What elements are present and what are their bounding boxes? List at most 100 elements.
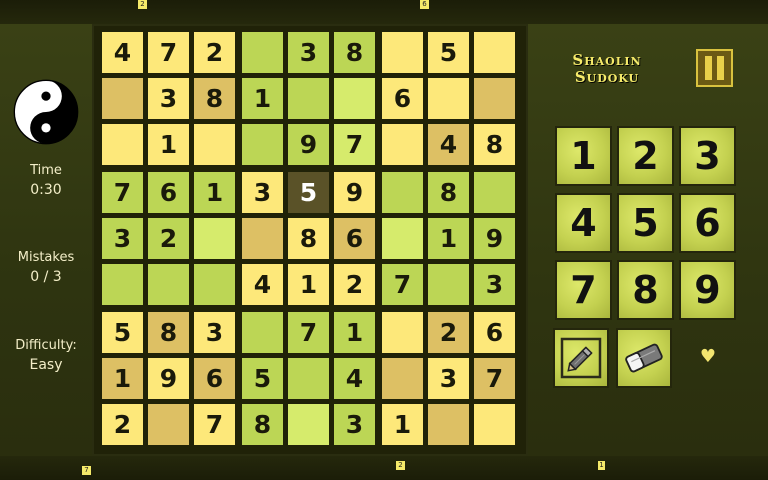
sudoku-cell-r3c3[interactable] <box>194 124 235 165</box>
sudoku-cell-r1c7[interactable] <box>382 32 423 73</box>
sudoku-cell-r9c9[interactable] <box>474 404 515 445</box>
sudoku-cell-r2c4[interactable]: 1 <box>242 78 283 119</box>
sudoku-cell-r4c8[interactable]: 8 <box>428 172 469 213</box>
sudoku-cell-r3c2[interactable]: 1 <box>148 124 189 165</box>
number-button-8[interactable]: 8 <box>617 260 674 320</box>
sudoku-cell-r8c7[interactable] <box>382 358 423 399</box>
sudoku-cell-r2c7[interactable]: 6 <box>382 78 423 119</box>
sudoku-cell-r7c1[interactable]: 5 <box>102 312 143 353</box>
sudoku-cell-r3c8[interactable]: 4 <box>428 124 469 165</box>
sudoku-cell-r1c8[interactable]: 5 <box>428 32 469 73</box>
pause-icon <box>705 56 712 80</box>
edge-hint-bottom-1: 7 <box>82 466 91 475</box>
sudoku-cell-r5c6[interactable]: 6 <box>334 218 375 259</box>
sudoku-cell-r8c4[interactable]: 5 <box>242 358 283 399</box>
sudoku-cell-r6c4[interactable]: 4 <box>242 264 283 305</box>
number-button-9[interactable]: 9 <box>679 260 736 320</box>
number-button-5[interactable]: 5 <box>617 193 674 253</box>
sudoku-cell-r3c1[interactable] <box>102 124 143 165</box>
sudoku-cell-r4c5[interactable]: 5 <box>288 172 329 213</box>
sudoku-cell-r9c2[interactable] <box>148 404 189 445</box>
sudoku-cell-r8c1[interactable]: 1 <box>102 358 143 399</box>
sudoku-cell-r8c6[interactable]: 4 <box>334 358 375 399</box>
sudoku-cell-r4c4[interactable]: 3 <box>242 172 283 213</box>
sudoku-cell-r2c1[interactable] <box>102 78 143 119</box>
sudoku-cell-r6c1[interactable] <box>102 264 143 305</box>
sudoku-cell-r4c6[interactable]: 9 <box>334 172 375 213</box>
sudoku-cell-r9c5[interactable] <box>288 404 329 445</box>
number-button-2[interactable]: 2 <box>617 126 674 186</box>
heart-icon[interactable]: ♥ <box>697 347 719 367</box>
sudoku-cell-r7c4[interactable] <box>242 312 283 353</box>
sudoku-cell-r2c8[interactable] <box>428 78 469 119</box>
sudoku-cell-r5c5[interactable]: 8 <box>288 218 329 259</box>
sudoku-cell-r8c8[interactable]: 3 <box>428 358 469 399</box>
eraser-button[interactable] <box>616 328 672 388</box>
sudoku-cell-r1c2[interactable]: 7 <box>148 32 189 73</box>
sudoku-cell-r7c3[interactable]: 3 <box>194 312 235 353</box>
sudoku-cell-r1c9[interactable] <box>474 32 515 73</box>
sudoku-cell-r6c3[interactable] <box>194 264 235 305</box>
sudoku-cell-r6c9[interactable]: 3 <box>474 264 515 305</box>
sudoku-cell-r6c2[interactable] <box>148 264 189 305</box>
sudoku-cell-r5c7[interactable] <box>382 218 423 259</box>
sudoku-cell-r8c5[interactable] <box>288 358 329 399</box>
sudoku-cell-r2c3[interactable]: 8 <box>194 78 235 119</box>
sudoku-cell-r2c6[interactable] <box>334 78 375 119</box>
sudoku-cell-r4c2[interactable]: 6 <box>148 172 189 213</box>
sudoku-cell-r1c3[interactable]: 2 <box>194 32 235 73</box>
sudoku-cell-r5c3[interactable] <box>194 218 235 259</box>
sudoku-cell-r7c8[interactable]: 2 <box>428 312 469 353</box>
sudoku-cell-r9c3[interactable]: 7 <box>194 404 235 445</box>
sudoku-cell-r3c6[interactable]: 7 <box>334 124 375 165</box>
sudoku-cell-r5c1[interactable]: 3 <box>102 218 143 259</box>
sudoku-cell-r9c8[interactable] <box>428 404 469 445</box>
number-button-1[interactable]: 1 <box>555 126 612 186</box>
sudoku-cell-r5c9[interactable]: 9 <box>474 218 515 259</box>
sudoku-cell-r6c7[interactable]: 7 <box>382 264 423 305</box>
title-line-2: Sudoku <box>574 68 640 86</box>
sudoku-cell-r1c5[interactable]: 3 <box>288 32 329 73</box>
sudoku-cell-r4c1[interactable]: 7 <box>102 172 143 213</box>
sudoku-cell-r3c4[interactable] <box>242 124 283 165</box>
sudoku-cell-r7c5[interactable]: 7 <box>288 312 329 353</box>
sudoku-cell-r2c5[interactable] <box>288 78 329 119</box>
sudoku-cell-r3c5[interactable]: 9 <box>288 124 329 165</box>
number-button-3[interactable]: 3 <box>679 126 736 186</box>
sudoku-cell-r7c6[interactable]: 1 <box>334 312 375 353</box>
sudoku-cell-r2c2[interactable]: 3 <box>148 78 189 119</box>
sudoku-cell-r7c7[interactable] <box>382 312 423 353</box>
sudoku-cell-r9c4[interactable]: 8 <box>242 404 283 445</box>
sudoku-cell-r6c5[interactable]: 1 <box>288 264 329 305</box>
sudoku-cell-r4c3[interactable]: 1 <box>194 172 235 213</box>
sudoku-cell-r5c4[interactable] <box>242 218 283 259</box>
edge-hint-bottom-2: 2 <box>396 461 405 470</box>
edge-hint-bottom-3: 1 <box>598 461 605 470</box>
sudoku-cell-r2c9[interactable] <box>474 78 515 119</box>
sudoku-cell-r1c1[interactable]: 4 <box>102 32 143 73</box>
sudoku-cell-r5c2[interactable]: 2 <box>148 218 189 259</box>
edge-hint-top-1: 2 <box>138 0 147 9</box>
sudoku-cell-r5c8[interactable]: 1 <box>428 218 469 259</box>
sudoku-cell-r8c3[interactable]: 6 <box>194 358 235 399</box>
number-button-6[interactable]: 6 <box>679 193 736 253</box>
sudoku-cell-r6c8[interactable] <box>428 264 469 305</box>
sudoku-cell-r1c4[interactable] <box>242 32 283 73</box>
pause-button[interactable] <box>696 49 733 87</box>
sudoku-cell-r4c7[interactable] <box>382 172 423 213</box>
sudoku-cell-r8c2[interactable]: 9 <box>148 358 189 399</box>
number-button-7[interactable]: 7 <box>555 260 612 320</box>
sudoku-cell-r7c2[interactable]: 8 <box>148 312 189 353</box>
sudoku-cell-r6c6[interactable]: 2 <box>334 264 375 305</box>
sudoku-cell-r9c6[interactable]: 3 <box>334 404 375 445</box>
sudoku-cell-r4c9[interactable] <box>474 172 515 213</box>
sudoku-cell-r7c9[interactable]: 6 <box>474 312 515 353</box>
sudoku-cell-r8c9[interactable]: 7 <box>474 358 515 399</box>
sudoku-cell-r9c1[interactable]: 2 <box>102 404 143 445</box>
sudoku-cell-r3c9[interactable]: 8 <box>474 124 515 165</box>
sudoku-cell-r9c7[interactable]: 1 <box>382 404 423 445</box>
number-button-4[interactable]: 4 <box>555 193 612 253</box>
sudoku-cell-r3c7[interactable] <box>382 124 423 165</box>
pencil-notes-button[interactable] <box>553 328 609 388</box>
sudoku-cell-r1c6[interactable]: 8 <box>334 32 375 73</box>
